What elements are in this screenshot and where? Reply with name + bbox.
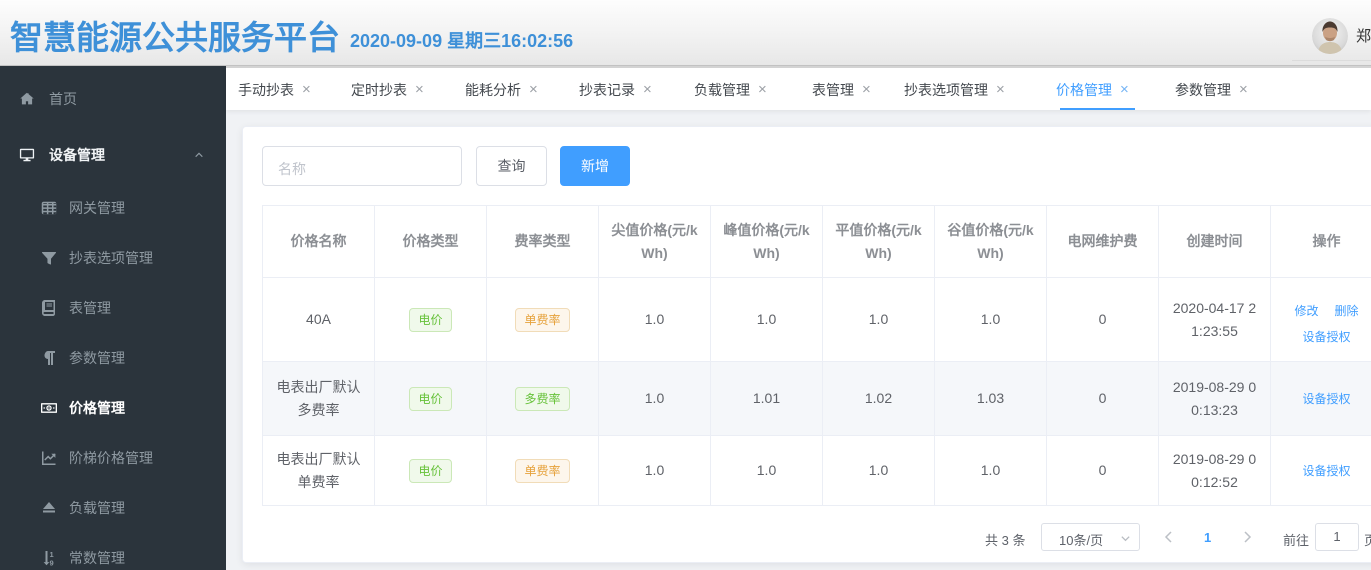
svg-text:9: 9 <box>50 559 54 566</box>
svg-text:1: 1 <box>50 550 54 559</box>
